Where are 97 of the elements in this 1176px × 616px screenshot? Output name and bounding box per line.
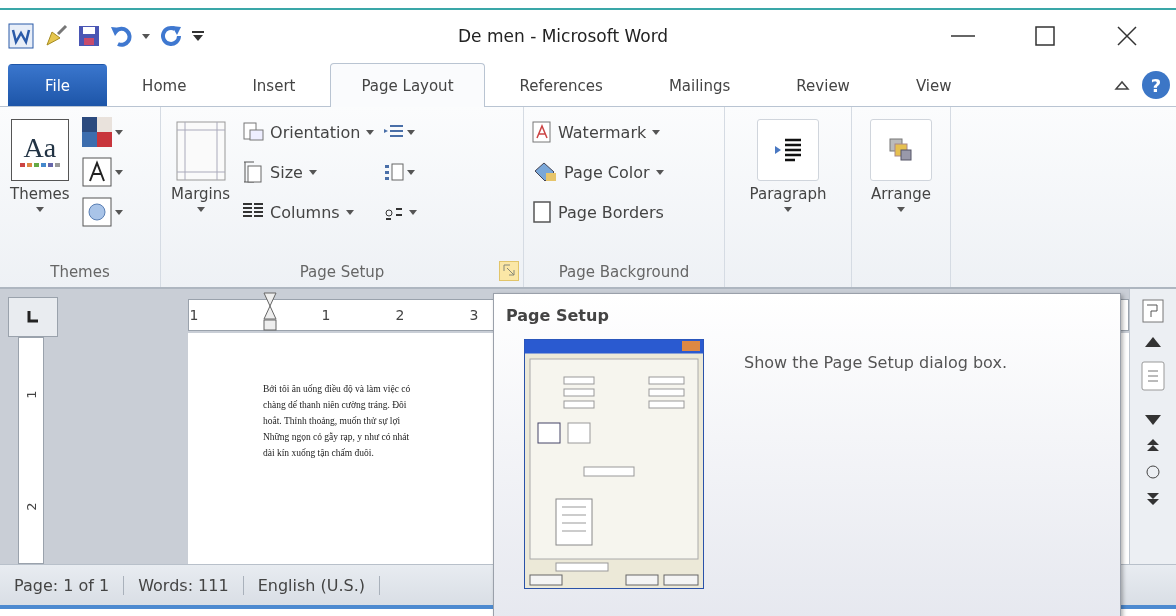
ribbon-tab[interactable]: Home [111, 64, 218, 106]
arrange-button[interactable]: Arrange [866, 115, 936, 287]
double-down-arrow-icon [1147, 493, 1159, 505]
close-icon [1117, 26, 1137, 46]
caret-icon [196, 207, 205, 212]
caret-icon [407, 169, 416, 175]
help-button[interactable]: ? [1142, 71, 1170, 99]
window-title: De men - Microsoft Word [457, 26, 670, 46]
undo-icon[interactable] [110, 25, 132, 47]
ribbon-tab[interactable]: Insert [221, 64, 327, 106]
brush-icon[interactable] [44, 24, 68, 48]
document-text-line: Bởi tôi ăn uống điều độ và làm việc có [263, 383, 412, 396]
double-up-arrow-icon [1147, 439, 1159, 451]
theme-effects-button[interactable] [79, 195, 125, 229]
ribbon-tab[interactable]: References [488, 64, 634, 106]
ribbon-tab[interactable]: File [8, 64, 108, 106]
theme-colors-button[interactable] [79, 115, 125, 149]
save-icon[interactable] [78, 25, 100, 47]
page-border-icon [532, 201, 552, 223]
caret-icon [35, 207, 44, 212]
circle-icon [1146, 465, 1160, 479]
ruler-number: 1 [321, 307, 331, 323]
hyphenation-list-icon [384, 162, 405, 182]
color-dots-icon [19, 162, 60, 168]
caret-icon [784, 207, 792, 212]
document-text-line: chàng dế thanh niên cường tráng. Đôi [263, 399, 408, 412]
status-item[interactable]: Words: 111 [124, 575, 244, 595]
ribbon-tab[interactable]: Mailings [637, 64, 762, 106]
collapse-ribbon-icon[interactable] [1114, 79, 1130, 91]
ribbon-tab[interactable]: Page Layout [330, 63, 485, 107]
scroll-thumb[interactable] [1141, 361, 1165, 391]
watermark-icon [532, 121, 552, 143]
previous-page-button[interactable] [1147, 439, 1159, 451]
ribbon-command[interactable]: Watermark [530, 115, 666, 149]
themes-button[interactable]: Aa Themes [6, 115, 74, 257]
app-logo-icon [8, 23, 34, 49]
color-swatch-icon [81, 117, 112, 147]
status-item[interactable]: Page: 1 of 1 [0, 575, 125, 595]
caret-icon [114, 209, 123, 215]
minimize-icon [951, 34, 975, 38]
group-label: Page Setup [299, 263, 385, 281]
caret-icon [655, 169, 664, 175]
caret-icon [114, 169, 123, 175]
maximize-icon [1035, 26, 1055, 46]
margins-icon [175, 121, 226, 181]
launcher-arrow-icon [503, 263, 515, 276]
circle-effect-icon [81, 197, 112, 227]
ribbon-command[interactable]: Orientation [240, 115, 377, 149]
ribbon-tab[interactable]: Review [765, 64, 881, 106]
ruler-number: 1 [23, 390, 39, 399]
browse-object-button[interactable] [1146, 465, 1160, 479]
document-text-line: hoắt. Thỉnh thoảng, muốn thử sự lợi [263, 415, 402, 428]
group-label: Themes [49, 262, 111, 283]
customize-toolbar-icon[interactable] [192, 30, 204, 42]
ribbon-command[interactable]: Page Color [530, 155, 666, 189]
undo-dropdown-icon [142, 33, 150, 39]
indent-marker-icon[interactable] [263, 292, 277, 332]
up-arrow-icon [1145, 337, 1161, 347]
themes-preview-text: Aa [23, 132, 57, 163]
font-letter-icon [81, 157, 112, 187]
tooltip-description: Show the Page Setup dialog box. [744, 353, 1007, 374]
down-arrow-icon [1145, 415, 1161, 425]
theme-fonts-button[interactable] [79, 155, 125, 189]
status-item[interactable]: English (U.S.) [243, 575, 381, 595]
ribbon-command[interactable]: Size [240, 155, 377, 189]
caret-icon [345, 209, 354, 215]
ribbon-tab[interactable]: View [884, 64, 983, 106]
tooltip-title: Page Setup [506, 306, 610, 325]
ruler-number: 3 [469, 307, 479, 323]
caret-icon [652, 129, 661, 135]
caret-icon [897, 207, 905, 212]
tab-stop-selector[interactable] [8, 297, 58, 337]
page-size-icon [242, 160, 265, 184]
left-tab-icon [27, 311, 39, 323]
ruler-toggle-icon [1142, 299, 1164, 323]
ruler-number: 2 [395, 307, 405, 323]
paint-bucket-icon [532, 161, 558, 183]
next-page-button[interactable] [1147, 493, 1159, 505]
ribbon-command[interactable]: Columns [240, 195, 377, 229]
document-text-line: Những ngọn cỏ gẫy rạp, y như có nhát [263, 431, 411, 444]
caret-icon [308, 169, 317, 175]
scroll-down-button[interactable] [1145, 415, 1161, 425]
caret-icon [409, 209, 418, 215]
orientation-icon [242, 121, 265, 143]
document-text-line: dài kín xuống tận chấm đuôi. [263, 447, 375, 460]
group-label: Page Background [557, 262, 691, 283]
scroll-up-button[interactable] [1145, 337, 1161, 347]
caret-icon [114, 129, 123, 135]
scroll-thumb-icon [1141, 361, 1165, 391]
caret-icon [407, 129, 416, 135]
ruler-number: 1 [189, 307, 199, 323]
redo-icon[interactable] [160, 25, 182, 47]
caret-icon [366, 129, 375, 135]
paragraph-button[interactable]: Paragraph [745, 115, 831, 287]
ruler-number: 2 [23, 502, 39, 511]
ribbon-command[interactable]: Page Borders [530, 195, 666, 229]
margins-button[interactable]: Margins [167, 115, 235, 257]
